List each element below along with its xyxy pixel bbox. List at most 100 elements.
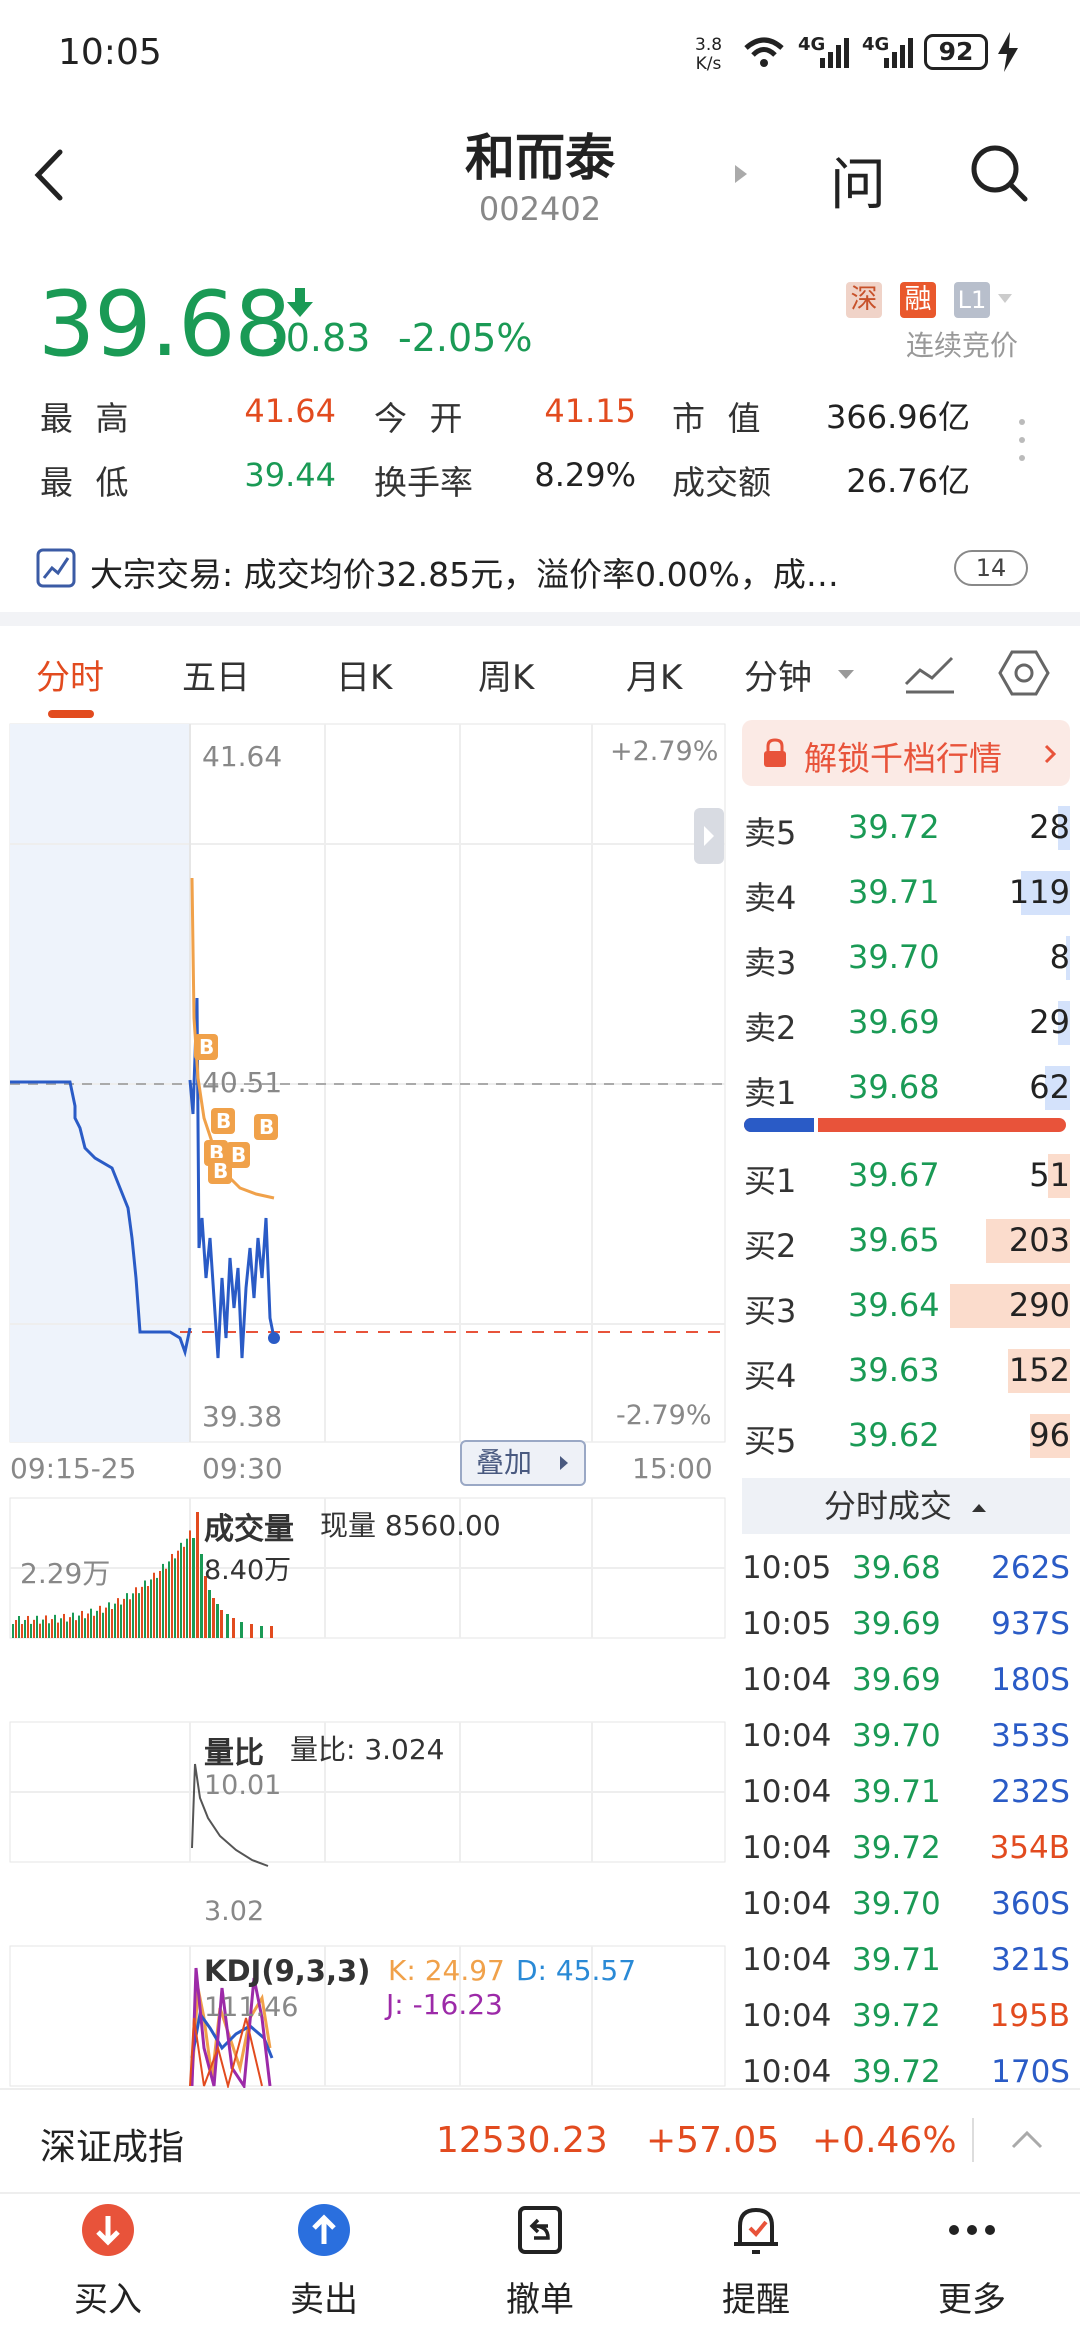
clock: 10:05 <box>58 32 162 73</box>
volume-bar <box>189 1530 191 1638</box>
index-change-pct: +0.46% <box>812 2120 957 2161</box>
ask-level-1[interactable]: 卖5 39.72 28 <box>740 798 1070 860</box>
level-label: 买3 <box>744 1292 797 1330</box>
ask-level-3[interactable]: 卖3 39.70 8 <box>740 928 1070 990</box>
volume-bar <box>232 1618 235 1638</box>
chevron-up-icon[interactable] <box>1010 2128 1044 2150</box>
bid-level-4[interactable]: 买4 39.63 152 <box>740 1341 1070 1403</box>
tab-five-day[interactable]: 五日 <box>182 650 250 699</box>
cancel-order-label: 撤单 <box>506 2280 574 2320</box>
kdj-d: D: 45.57 <box>516 1954 637 1987</box>
tab-daily-k[interactable]: 日K <box>336 650 392 699</box>
level-label: 买5 <box>744 1422 797 1460</box>
amount-label: 成交额 <box>672 463 771 502</box>
kdj-title[interactable]: KDJ(9,3,3) <box>204 1954 370 1988</box>
trades-header[interactable]: 分时成交 <box>742 1478 1070 1534</box>
trade-price: 39.72 <box>852 2054 941 2090</box>
buy-button[interactable]: 买入 <box>38 2200 178 2321</box>
separator <box>972 2118 974 2162</box>
notice-count-badge[interactable]: 14 <box>954 550 1028 586</box>
volume-bar <box>171 1553 173 1638</box>
level-badge[interactable]: L1 <box>954 282 990 318</box>
volume-bar <box>135 1587 137 1638</box>
cancel-order-button[interactable]: 撤单 <box>470 2200 610 2321</box>
alert-button[interactable]: 提醒 <box>686 2200 826 2321</box>
sell-label: 卖出 <box>290 2280 358 2320</box>
unlock-depth-button[interactable]: 解锁千档行情 <box>742 720 1070 786</box>
volume-bar <box>132 1593 134 1638</box>
volume-title[interactable]: 成交量 <box>204 1504 294 1548</box>
level-label: 买2 <box>744 1227 797 1265</box>
kdj-j: J: -16.23 <box>386 1988 503 2021</box>
ask-level-2[interactable]: 卖4 39.71 119 <box>740 863 1070 925</box>
divider <box>0 612 1080 626</box>
indicator-icon[interactable] <box>904 650 956 694</box>
sell-button[interactable]: 卖出 <box>254 2200 394 2321</box>
level-qty: 152 <box>1008 1351 1070 1389</box>
ask-button[interactable]: 问 <box>830 140 886 221</box>
ask-level-4[interactable]: 卖2 39.69 29 <box>740 993 1070 1055</box>
search-icon[interactable] <box>968 142 1030 204</box>
volume-bar <box>39 1623 41 1638</box>
level-label: 买4 <box>744 1357 797 1395</box>
tab-intraday[interactable]: 分时 <box>36 650 104 699</box>
volume-bar <box>177 1550 179 1638</box>
tab-weekly-k[interactable]: 周K <box>478 650 534 699</box>
mcap-value: 366.96亿 <box>826 398 970 436</box>
volume-bar <box>54 1614 56 1638</box>
settings-icon[interactable] <box>998 648 1050 698</box>
trade-time: 10:04 <box>742 1662 832 1698</box>
tab-minute[interactable]: 分钟 <box>744 650 812 699</box>
next-stock-icon[interactable] <box>733 163 749 185</box>
chevron-right-icon <box>560 1456 568 1470</box>
bid-level-1[interactable]: 买1 39.67 51 <box>740 1146 1070 1208</box>
charging-icon <box>998 32 1018 72</box>
time-start: 09:15-25 <box>10 1452 137 1485</box>
stock-name: 和而泰 <box>465 129 615 187</box>
tab-monthly-k[interactable]: 月K <box>626 650 682 699</box>
level-label: 卖1 <box>744 1074 797 1112</box>
bid-level-3[interactable]: 买3 39.64 290 <box>740 1276 1070 1338</box>
volume-bar <box>42 1619 44 1638</box>
turnover-label: 换手率 <box>374 463 473 502</box>
level-price: 39.70 <box>848 938 940 976</box>
high-value: 41.64 <box>244 392 336 430</box>
trade-row: 10:04 39.72 195B <box>742 1990 1070 2046</box>
volume-bar <box>123 1598 125 1638</box>
index-bar[interactable]: 深证成指 12530.23 +57.05 +0.46% <box>0 2088 1080 2192</box>
chevron-down-icon[interactable] <box>836 668 856 682</box>
volume-bar <box>114 1603 116 1638</box>
volume-bar <box>48 1623 50 1638</box>
ask-level-5[interactable]: 卖1 39.68 62 <box>740 1058 1070 1120</box>
chevron-down-icon[interactable] <box>996 292 1014 306</box>
trade-volume: 170S <box>991 2054 1070 2090</box>
level-qty: 96 <box>1029 1416 1070 1454</box>
volume-bar <box>162 1563 164 1638</box>
trade-time: 10:05 <box>742 1550 832 1586</box>
level-qty: 28 <box>1029 808 1070 846</box>
bid-level-2[interactable]: 买2 39.65 203 <box>740 1211 1070 1273</box>
trade-time: 10:04 <box>742 1830 832 1866</box>
trade-time: 10:04 <box>742 1774 832 1810</box>
overlay-button[interactable]: 叠加 <box>460 1440 586 1486</box>
trade-volume: 354B <box>989 1830 1070 1866</box>
volume-bar <box>141 1586 143 1638</box>
volume-bar <box>120 1604 122 1638</box>
more-button[interactable]: 更多 <box>902 2200 1042 2321</box>
volume-bar <box>147 1586 149 1638</box>
bid-level-5[interactable]: 买5 39.62 96 <box>740 1406 1070 1468</box>
volume-bar <box>226 1614 229 1638</box>
trade-time: 10:04 <box>742 1998 832 2034</box>
volume-bar <box>18 1615 20 1638</box>
more-dots-icon[interactable] <box>1016 416 1028 464</box>
ratio-title[interactable]: 量比 <box>204 1728 264 1772</box>
volume-bar <box>180 1542 182 1638</box>
sell-icon <box>294 2200 354 2260</box>
bell-icon <box>726 2200 786 2260</box>
chart-bottom-price: 39.38 <box>202 1400 283 1433</box>
notice-text[interactable]: 大宗交易: 成交均价32.85元，溢价率0.00%，成… <box>90 548 920 596</box>
level-label: 卖5 <box>744 814 797 852</box>
trade-row: 10:04 39.71 232S <box>742 1766 1070 1822</box>
trade-row: 10:04 39.70 360S <box>742 1878 1070 1934</box>
margin-badge: 融 <box>900 282 936 318</box>
